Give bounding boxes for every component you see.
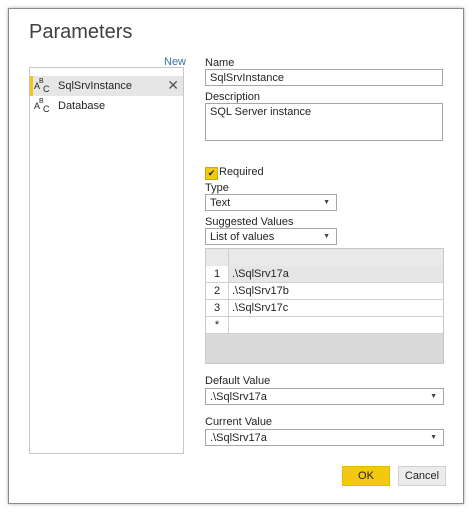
suggested-values-select-value: List of values [210, 230, 275, 243]
row-number: 2 [206, 283, 229, 299]
parameter-item-label: SqlSrvInstance [58, 80, 132, 92]
required-label: Required [219, 166, 264, 178]
row-number: 1 [206, 266, 229, 282]
chevron-down-icon: ▼ [323, 199, 330, 206]
parameter-item-sqlsrvinstance[interactable]: ABC SqlSrvInstance ✕ [30, 76, 183, 96]
parameters-dialog: Parameters New ABC SqlSrvInstance ✕ ABC … [8, 8, 464, 504]
values-table-corner [206, 249, 229, 266]
current-value-label: Current Value [205, 416, 273, 428]
chevron-down-icon: ▼ [323, 233, 330, 240]
default-value-select-value: .\SqlSrv17a [210, 390, 267, 403]
current-value-select-value: .\SqlSrv17a [210, 431, 267, 444]
abc-text-icon: ABC [34, 98, 50, 114]
cancel-button[interactable]: Cancel [398, 466, 446, 486]
row-value[interactable]: .\SqlSrv17a [232, 266, 289, 282]
type-label: Type [205, 182, 229, 194]
ok-button[interactable]: OK [342, 466, 390, 486]
row-value[interactable]: .\SqlSrv17b [232, 283, 289, 299]
table-row[interactable]: 2 .\SqlSrv17b [206, 283, 443, 300]
parameter-item-label: Database [58, 100, 106, 112]
suggested-values-label: Suggested Values [205, 216, 294, 228]
dialog-title: Parameters [29, 21, 133, 43]
values-table-header [206, 249, 443, 267]
type-select-value: Text [210, 196, 231, 209]
name-field[interactable]: SqlSrvInstance [205, 69, 443, 86]
check-icon: ✔ [207, 168, 216, 178]
suggested-values-select[interactable]: List of values ▼ [205, 228, 337, 245]
required-checkbox[interactable]: ✔ [205, 167, 218, 180]
current-value-select[interactable]: .\SqlSrv17a ▼ [205, 429, 444, 446]
delete-icon[interactable]: ✕ [167, 78, 179, 92]
abc-text-icon: ABC [34, 78, 50, 94]
chevron-down-icon: ▼ [430, 434, 437, 441]
row-number: 3 [206, 300, 229, 316]
description-field[interactable]: SQL Server instance [205, 103, 443, 141]
row-value[interactable]: .\SqlSrv17c [232, 300, 288, 316]
table-row[interactable]: 1 .\SqlSrv17a [206, 266, 443, 283]
default-value-label: Default Value [205, 375, 271, 387]
chevron-down-icon: ▼ [430, 393, 437, 400]
type-select[interactable]: Text ▼ [205, 194, 337, 211]
parameter-list: ABC SqlSrvInstance ✕ ABC Database [29, 67, 184, 454]
default-value-select[interactable]: .\SqlSrv17a ▼ [205, 388, 444, 405]
values-table: 1 .\SqlSrv17a 2 .\SqlSrv17b 3 .\SqlSrv17… [205, 248, 444, 364]
row-number: * [206, 317, 229, 333]
parameter-item-database[interactable]: ABC Database [30, 96, 183, 116]
name-label: Name [205, 57, 235, 69]
table-row[interactable]: 3 .\SqlSrv17c [206, 300, 443, 317]
table-row-new[interactable]: * [206, 317, 443, 334]
description-label: Description [205, 91, 261, 103]
